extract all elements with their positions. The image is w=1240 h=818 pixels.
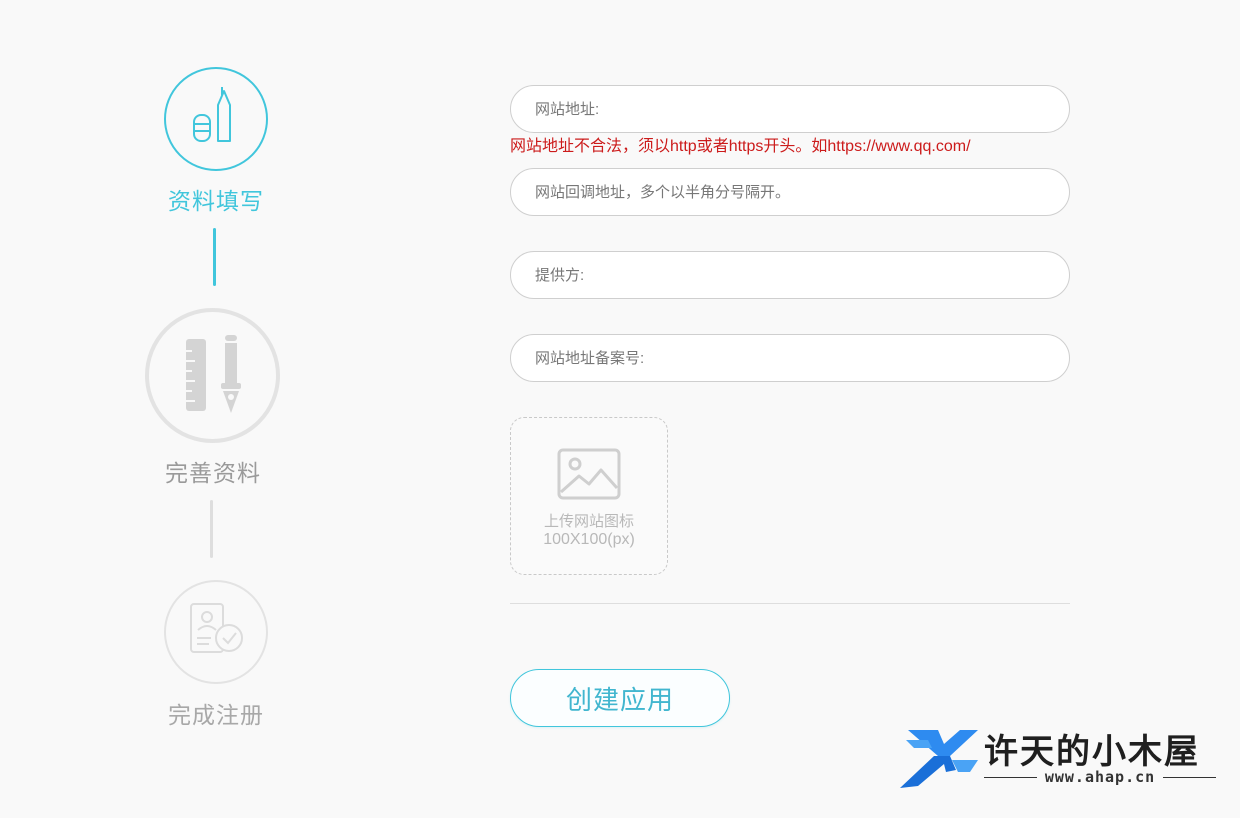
- step-3-circle: [164, 580, 268, 684]
- watermark-title: 许天的小木屋: [984, 732, 1200, 772]
- image-placeholder-icon: [557, 448, 621, 505]
- document-check-icon: [185, 600, 247, 665]
- upload-size-hint: 100X100(px): [543, 531, 635, 548]
- registration-page: 资料填写 完善资料 完成注册 网站地址: 网站地址不合法，须以http或者htt…: [0, 0, 1240, 818]
- ruler-pen-icon: [178, 333, 248, 418]
- upload-label: 上传网站图标: [543, 513, 634, 530]
- upload-icon-button[interactable]: 上传网站图标 100X100(px): [510, 417, 668, 575]
- step-2-circle: [145, 308, 280, 443]
- watermark: 许天的小木屋 www.ahap.cn: [898, 724, 1228, 794]
- watermark-subline: www.ahap.cn: [984, 768, 1216, 786]
- step-3-label: 完成注册: [168, 702, 264, 728]
- provider-field[interactable]: [510, 251, 1070, 299]
- step-1-label: 资料填写: [168, 188, 264, 214]
- pencil-eraser-icon: [186, 85, 246, 154]
- callback-url-input[interactable]: [533, 182, 1047, 202]
- watermark-line-left: [984, 776, 1037, 778]
- provider-input[interactable]: [533, 265, 1047, 285]
- create-app-button[interactable]: 创建应用: [510, 669, 730, 727]
- icp-number-field[interactable]: [510, 334, 1070, 382]
- website-url-field[interactable]: [510, 85, 1070, 133]
- x-logo-icon: [898, 726, 980, 795]
- watermark-url: www.ahap.cn: [1044, 768, 1156, 786]
- step-2-label: 完善资料: [165, 460, 261, 486]
- form-divider: [510, 603, 1070, 604]
- website-url-input[interactable]: [533, 99, 1047, 119]
- website-url-error: 网站地址不合法，须以http或者https开头。如https://www.qq.…: [510, 138, 971, 155]
- step-1-circle: [164, 67, 268, 171]
- step-connector-2: [210, 500, 213, 558]
- step-connector-1: [213, 228, 216, 286]
- callback-url-field[interactable]: [510, 168, 1070, 216]
- icp-number-input[interactable]: [533, 348, 1047, 368]
- watermark-line-right: [1163, 776, 1216, 778]
